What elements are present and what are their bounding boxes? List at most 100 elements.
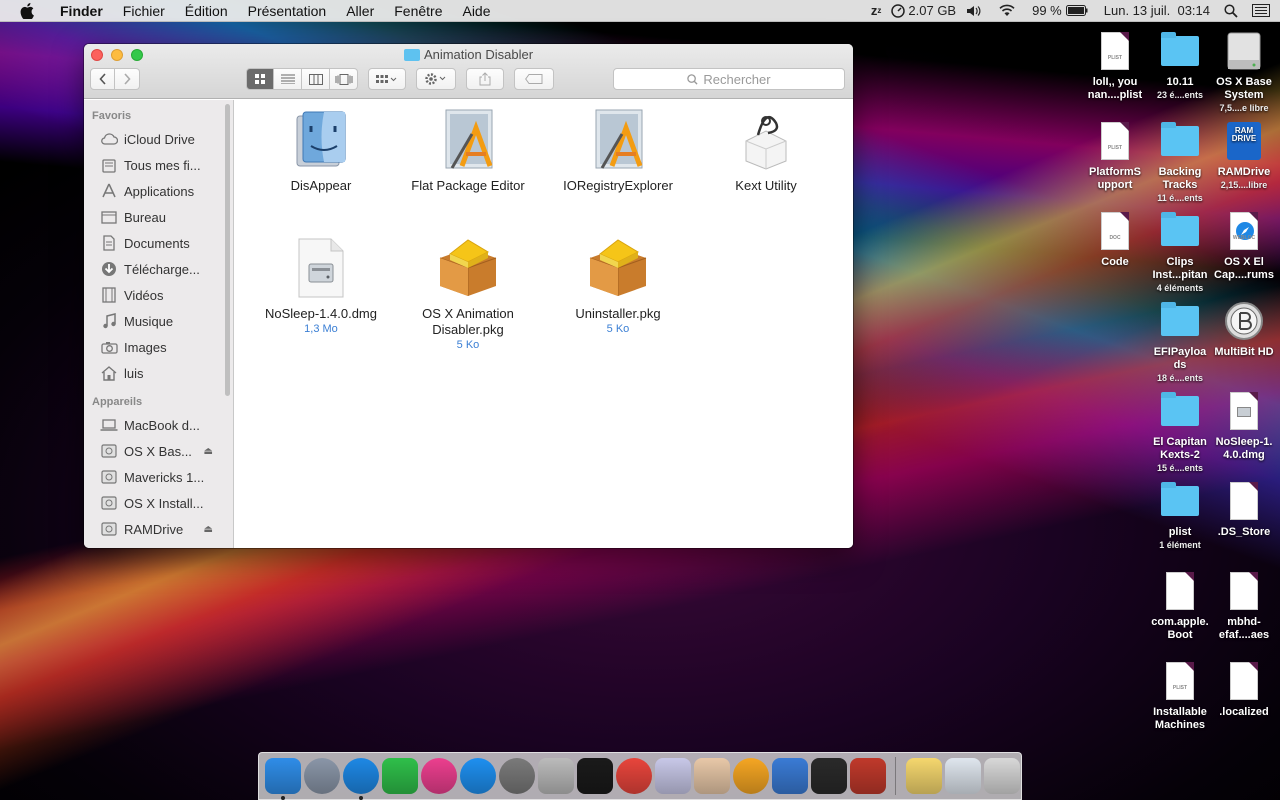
- desktop-item[interactable]: plist 1 élément: [1146, 480, 1214, 552]
- window-title-text: Animation Disabler: [423, 47, 534, 62]
- xcode-dock-icon[interactable]: [771, 758, 808, 794]
- icon-view-button[interactable]: [246, 68, 274, 90]
- camera-icon: [100, 339, 118, 355]
- sidebar-item-home[interactable]: luis: [84, 360, 233, 386]
- wifi-icon[interactable]: [998, 4, 1016, 17]
- eject-icon[interactable]: ⏏: [204, 446, 213, 457]
- sidebar-item-all-files[interactable]: Tous mes fi...: [84, 152, 233, 178]
- tag-icon: [525, 74, 543, 84]
- finder-app-icon: [289, 108, 353, 172]
- sidebar-item-desktop[interactable]: Bureau: [84, 204, 233, 230]
- sidebar-item-downloads[interactable]: Télécharge...: [84, 256, 233, 282]
- menu-app-name[interactable]: Finder: [50, 0, 113, 22]
- desktop-item[interactable]: PLIST lolI,, you nan....plist: [1081, 30, 1149, 102]
- sidebar-item-cloud[interactable]: iCloud Drive: [84, 126, 233, 152]
- desktop-item[interactable]: .DS_Store: [1210, 480, 1278, 539]
- desktop-item[interactable]: RAM DRIVE RAMDrive 2,15....libre: [1210, 120, 1278, 192]
- arrange-button[interactable]: [368, 68, 406, 90]
- itunes-dock-icon[interactable]: [420, 758, 457, 794]
- sleep-status-icon[interactable]: zz: [871, 3, 882, 18]
- launchpad-dock-icon[interactable]: [303, 758, 340, 794]
- sidebar-item-movies[interactable]: Vidéos: [84, 282, 233, 308]
- file-item[interactable]: Uninstaller.pkg 5 Ko: [543, 236, 693, 336]
- menu-aller[interactable]: Aller: [336, 0, 384, 22]
- cover-flow-button[interactable]: [330, 68, 358, 90]
- back-button[interactable]: [90, 68, 115, 90]
- desktop-item[interactable]: El Capitan Kexts-2 15 é....ents: [1146, 390, 1214, 475]
- apple-menu-icon[interactable]: [20, 2, 36, 19]
- sidebar-item-music[interactable]: Musique: [84, 308, 233, 334]
- kext-utility-dock-icon[interactable]: [537, 758, 574, 794]
- desktop-item[interactable]: .localized: [1210, 660, 1278, 719]
- desktop-item[interactable]: Backing Tracks 11 é....ents: [1146, 120, 1214, 205]
- desktop-item[interactable]: MultiBit HD: [1210, 300, 1278, 359]
- column-view-button[interactable]: [302, 68, 330, 90]
- safari-dock-icon[interactable]: [342, 758, 379, 800]
- menu-fenetre[interactable]: Fenêtre: [384, 0, 452, 22]
- chrome-dock-icon[interactable]: [615, 758, 652, 794]
- sidebar-device-item[interactable]: OS X Install...: [84, 490, 233, 516]
- plist-file-icon: PLIST: [1101, 32, 1129, 70]
- photos-dock-icon[interactable]: [732, 758, 769, 794]
- menu-presentation[interactable]: Présentation: [238, 0, 337, 22]
- menu-fichier[interactable]: Fichier: [113, 0, 175, 22]
- desktop-item[interactable]: OS X Base System 7,5....e libre: [1210, 30, 1278, 115]
- characters-dock-icon[interactable]: [693, 758, 730, 794]
- desktop-item[interactable]: WEBLOC OS X El Cap....rums: [1210, 210, 1278, 282]
- desktop-item[interactable]: NoSleep-1. 4.0.dmg: [1210, 390, 1278, 462]
- preview-dock-icon[interactable]: [944, 758, 981, 794]
- sidebar-item-applications[interactable]: Applications: [84, 178, 233, 204]
- sidebar-scrollbar[interactable]: [225, 104, 230, 396]
- system-preferences-dock-icon[interactable]: [498, 758, 535, 794]
- trash-dock-icon[interactable]: [983, 758, 1020, 794]
- wizard-dock-icon[interactable]: [654, 758, 691, 794]
- file-item[interactable]: DisAppear: [246, 108, 396, 194]
- search-input[interactable]: Rechercher: [613, 68, 845, 90]
- sidebar-device-item[interactable]: Mavericks 1...: [84, 464, 233, 490]
- share-button[interactable]: [466, 68, 504, 90]
- file-item[interactable]: Kext Utility: [691, 108, 841, 194]
- battery-percent[interactable]: 99 %: [1032, 3, 1062, 18]
- desktop-item[interactable]: Clips Inst...pitan 4 éléments: [1146, 210, 1214, 295]
- file-item[interactable]: OS X Animation Disabler.pkg 5 Ko: [393, 236, 543, 352]
- app-store-dock-icon[interactable]: [459, 758, 496, 794]
- menu-aide[interactable]: Aide: [452, 0, 500, 22]
- sidebar-device-item[interactable]: RAMDrive ⏏: [84, 516, 233, 542]
- desktop-item[interactable]: 10.11 23 é....ents: [1146, 30, 1214, 102]
- memory-status[interactable]: 2.07 GB: [908, 3, 956, 18]
- file-item[interactable]: IORegistryExplorer: [543, 108, 693, 194]
- sidebar-item-documents[interactable]: Documents: [84, 230, 233, 256]
- memory-gauge-icon[interactable]: [891, 3, 906, 18]
- desktop-icon-wrapper: RAM DRIVE: [1223, 120, 1265, 162]
- finder-dock-icon[interactable]: [264, 758, 301, 800]
- desktop-item[interactable]: com.apple. Boot: [1146, 570, 1214, 642]
- clock[interactable]: Lun. 13 juil. 03:14: [1104, 3, 1210, 18]
- notification-center-icon[interactable]: [1252, 4, 1270, 17]
- facetime-dock-icon[interactable]: [381, 758, 418, 794]
- forward-button[interactable]: [115, 68, 140, 90]
- stickies-dock-icon[interactable]: [905, 758, 942, 794]
- sidebar-device-item[interactable]: OS X Bas... ⏏: [84, 438, 233, 464]
- window-titlebar[interactable]: Animation Disabler Rechercher: [84, 44, 853, 99]
- volume-icon[interactable]: [966, 5, 982, 17]
- file-item[interactable]: NoSleep-1.4.0.dmg 1,3 Mo: [246, 236, 396, 336]
- sidebar-device-item[interactable]: MacBook d...: [84, 412, 233, 438]
- file-browser: DisAppear Flat Package Editor IORegistryEx…: [235, 100, 853, 548]
- activity-monitor-dock-icon[interactable]: [810, 758, 847, 794]
- terminal-dock-icon[interactable]: [576, 758, 613, 794]
- desktop-item[interactable]: PLIST Installable Machines: [1146, 660, 1214, 732]
- list-view-button[interactable]: [274, 68, 302, 90]
- eject-icon[interactable]: ⏏: [204, 524, 213, 535]
- desktop-item[interactable]: EFIPayloa ds 18 é....ents: [1146, 300, 1214, 385]
- file-item[interactable]: Flat Package Editor: [393, 108, 543, 194]
- desktop-item[interactable]: mbhd- efaf....aes: [1210, 570, 1278, 642]
- sidebar-item-camera[interactable]: Images: [84, 334, 233, 360]
- desktop-item[interactable]: DOC Code: [1081, 210, 1149, 269]
- tags-button[interactable]: [514, 68, 554, 90]
- battery-icon[interactable]: [1065, 5, 1088, 16]
- action-button[interactable]: [416, 68, 456, 90]
- desktop-item[interactable]: PLIST PlatformS upport: [1081, 120, 1149, 192]
- menu-edition[interactable]: Édition: [175, 0, 238, 22]
- spotlight-icon[interactable]: [1224, 3, 1238, 18]
- disk-utility-dock-icon[interactable]: [849, 758, 886, 794]
